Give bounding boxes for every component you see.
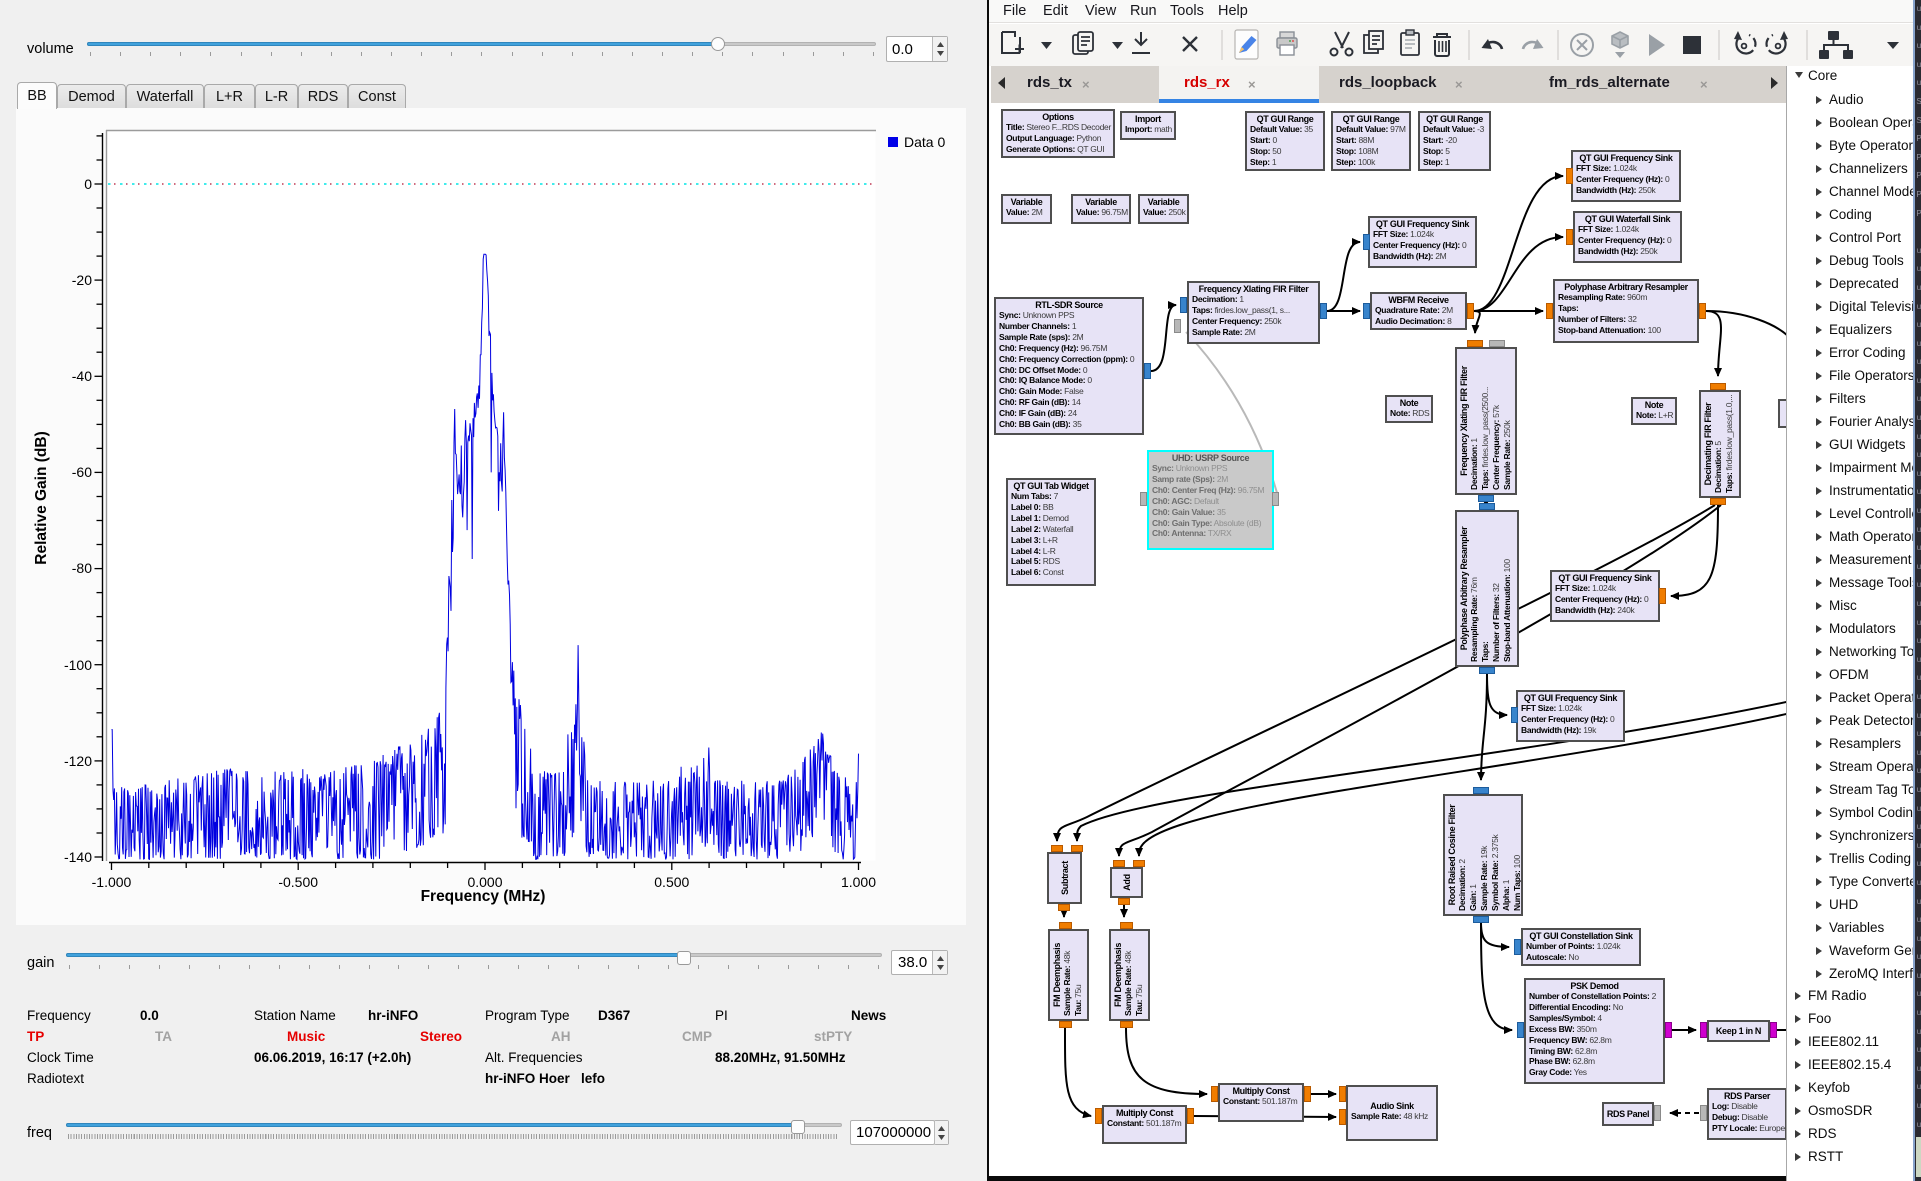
svg-text:-20: -20 [72,272,92,288]
svg-text:-0.500: -0.500 [278,874,318,890]
svg-text:-40: -40 [72,368,92,384]
svg-text:-60: -60 [72,464,92,480]
svg-text:-120: -120 [64,753,92,769]
svg-text:-100: -100 [64,657,92,673]
svg-text:-80: -80 [72,560,92,576]
svg-text:0.500: 0.500 [654,874,689,890]
svg-text:-140: -140 [64,849,92,865]
svg-text:Data 0: Data 0 [904,134,945,150]
svg-text:-1.000: -1.000 [92,874,132,890]
svg-text:Relative Gain (dB): Relative Gain (dB) [33,431,50,565]
svg-text:0: 0 [84,176,92,192]
svg-text:Frequency (MHz): Frequency (MHz) [421,888,546,905]
svg-text:1.000: 1.000 [841,874,876,890]
